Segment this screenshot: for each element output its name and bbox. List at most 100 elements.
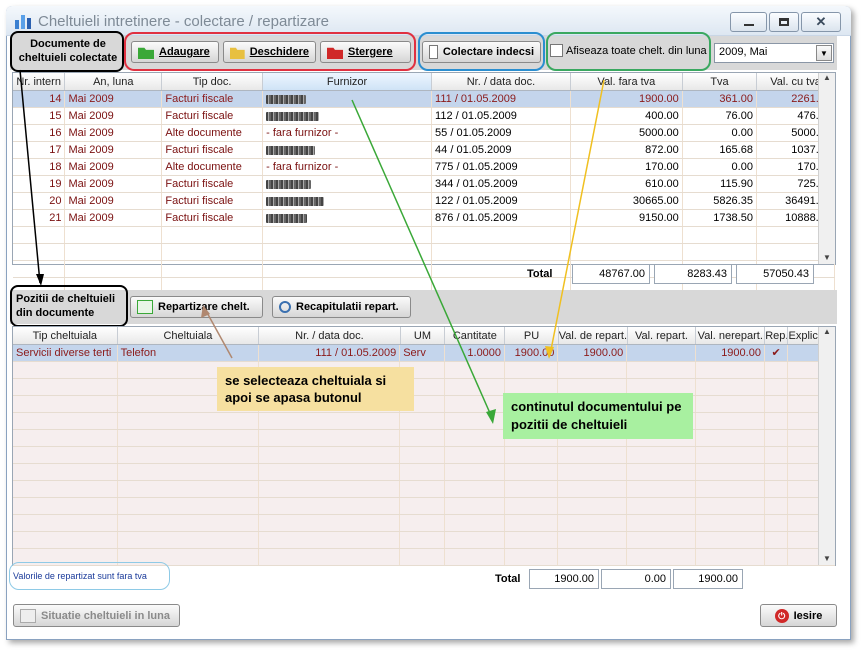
documents-cell-luna: Mai 2009 bbox=[65, 142, 163, 158]
positions-empty-row bbox=[13, 447, 835, 464]
documents-cell-furnizor bbox=[263, 176, 433, 192]
month-select[interactable]: 2009, Mai ▼ bbox=[714, 43, 834, 63]
pos-col-header[interactable]: Tip cheltuiala bbox=[13, 327, 118, 344]
pos-col-header[interactable]: Val. nerepart. bbox=[696, 327, 766, 344]
positions-empty-cell bbox=[765, 481, 789, 497]
documents-total-label: Total bbox=[527, 268, 553, 280]
minimize-icon bbox=[743, 24, 754, 26]
documents-cell-doc: 344 / 01.05.2009 bbox=[432, 176, 571, 192]
documents-row[interactable]: 20 Mai 2009 Facturi fiscale 122 / 01.05.200… bbox=[13, 193, 835, 210]
documents-cell-doc: 55 / 01.05.2009 bbox=[432, 125, 571, 141]
pos-col-header[interactable]: Val. repart. bbox=[628, 327, 697, 344]
positions-empty-cell bbox=[259, 515, 401, 531]
delete-button[interactable]: Stergere bbox=[320, 41, 411, 63]
positions-empty-cell bbox=[445, 464, 506, 480]
documents-cell-val: 400.00 bbox=[571, 108, 683, 124]
positions-empty-row bbox=[13, 362, 835, 379]
doc-col-header[interactable]: Tva bbox=[683, 73, 758, 90]
positions-empty-cell bbox=[558, 362, 628, 378]
documents-cell-tva: 76.00 bbox=[683, 108, 757, 124]
exit-button[interactable]: ⏻ Iesire bbox=[760, 604, 837, 627]
doc-col-header[interactable]: Furnizor bbox=[262, 73, 433, 90]
positions-cell-val_rep bbox=[627, 345, 697, 361]
positions-empty-cell bbox=[627, 515, 697, 531]
pos-col-header[interactable]: PU bbox=[505, 327, 559, 344]
documents-cell-val: 610.00 bbox=[571, 176, 683, 192]
positions-empty-cell bbox=[118, 464, 259, 480]
documents-empty-cell bbox=[13, 227, 66, 243]
positions-empty-cell bbox=[765, 413, 789, 429]
positions-empty-row bbox=[13, 379, 835, 396]
positions-empty-cell bbox=[696, 515, 765, 531]
positions-empty-cell bbox=[445, 362, 506, 378]
documents-cell-luna: Mai 2009 bbox=[65, 125, 163, 141]
documents-row[interactable]: 15 Mai 2009 Facturi fiscale 112 / 01.05.200… bbox=[13, 108, 835, 125]
report-button[interactable]: Situatie cheltuieli in luna bbox=[13, 604, 180, 627]
positions-cell-tip: Servicii diverse terti bbox=[13, 345, 118, 361]
add-folder-icon bbox=[138, 47, 154, 59]
positions-row[interactable]: Servicii diverse terti Telefon 111 / 01.05… bbox=[13, 345, 835, 362]
open-button[interactable]: Deschidere bbox=[223, 41, 316, 63]
positions-empty-cell bbox=[118, 413, 259, 429]
documents-empty-cell bbox=[162, 261, 264, 277]
close-button[interactable]: ✕ bbox=[801, 12, 841, 32]
positions-empty-cell bbox=[505, 464, 559, 480]
maximize-button[interactable] bbox=[769, 12, 799, 32]
documents-cell-val: 872.00 bbox=[571, 142, 683, 158]
positions-empty-cell bbox=[118, 532, 259, 548]
positions-grid: Tip cheltuiala Cheltuiala Nr. / data doc. U… bbox=[12, 326, 836, 566]
pos-col-header[interactable]: Cheltuiala bbox=[118, 327, 260, 344]
pos-col-header[interactable]: Cantitate bbox=[445, 327, 506, 344]
doc-col-header[interactable]: Tip doc. bbox=[162, 73, 263, 90]
documents-cell-furnizor bbox=[263, 91, 433, 107]
positions-empty-cell bbox=[696, 362, 765, 378]
documents-empty-cell bbox=[571, 227, 683, 243]
positions-cell-rep[interactable]: ✔ bbox=[765, 345, 789, 361]
add-button[interactable]: Adaugare bbox=[131, 41, 219, 63]
scroll-down-icon: ▼ bbox=[823, 554, 831, 563]
pos-col-header[interactable]: Rep. bbox=[765, 327, 789, 344]
positions-empty-cell bbox=[13, 413, 118, 429]
pos-col-header[interactable]: Val. de repart. bbox=[559, 327, 628, 344]
positions-empty-cell bbox=[400, 481, 445, 497]
positions-empty-cell bbox=[259, 549, 401, 565]
documents-cell-luna: Mai 2009 bbox=[65, 193, 163, 209]
show-all-checkbox[interactable] bbox=[550, 44, 563, 57]
positions-empty-cell bbox=[696, 379, 765, 395]
positions-empty-row bbox=[13, 413, 835, 430]
documents-row[interactable]: 17 Mai 2009 Facturi fiscale 44 / 01.05.2009… bbox=[13, 142, 835, 159]
positions-empty-cell bbox=[765, 532, 789, 548]
documents-total-tva: 8283.43 bbox=[654, 264, 732, 284]
pos-col-header[interactable]: UM bbox=[401, 327, 446, 344]
positions-empty-cell bbox=[696, 430, 765, 446]
repartizare-button[interactable]: Repartizare chelt. bbox=[130, 296, 263, 318]
positions-scrollbar[interactable]: ▲ ▼ bbox=[818, 327, 835, 565]
documents-row[interactable]: 21 Mai 2009 Facturi fiscale 876 / 01.05.200… bbox=[13, 210, 835, 227]
documents-cell-tip: Alte documente bbox=[162, 159, 264, 175]
document-icon bbox=[429, 45, 438, 59]
documents-row[interactable]: 18 Mai 2009 Alte documente - fara furnizor… bbox=[13, 159, 835, 176]
collect-indexes-button[interactable]: Colectare indecsi bbox=[422, 41, 541, 63]
minimize-button[interactable] bbox=[730, 12, 767, 32]
pos-col-header[interactable]: Nr. / data doc. bbox=[259, 327, 401, 344]
chevron-down-icon: ▼ bbox=[816, 45, 832, 61]
documents-cell-nr: 16 bbox=[13, 125, 66, 141]
documents-row[interactable]: 14 Mai 2009 Facturi fiscale 111 / 01.05.200… bbox=[13, 91, 835, 108]
documents-empty-cell bbox=[263, 227, 433, 243]
documents-scrollbar[interactable]: ▲ ▼ bbox=[818, 73, 835, 264]
documents-cell-furnizor bbox=[263, 210, 433, 226]
doc-col-header[interactable]: Val. fara tva bbox=[571, 73, 683, 90]
doc-col-header[interactable]: Nr. intern bbox=[13, 73, 66, 90]
doc-col-header[interactable]: An, luna bbox=[65, 73, 163, 90]
documents-row[interactable]: 19 Mai 2009 Facturi fiscale 344 / 01.05.200… bbox=[13, 176, 835, 193]
open-folder-icon bbox=[230, 47, 245, 59]
doc-col-header[interactable]: Nr. / data doc. bbox=[432, 73, 571, 90]
positions-empty-cell bbox=[259, 413, 401, 429]
positions-empty-cell bbox=[558, 498, 628, 514]
recapitulatii-button[interactable]: Recapitulatii repart. bbox=[272, 296, 411, 318]
documents-cell-tva: 115.90 bbox=[683, 176, 757, 192]
documents-row[interactable]: 16 Mai 2009 Alte documente - fara furnizor… bbox=[13, 125, 835, 142]
scroll-up-icon: ▲ bbox=[823, 73, 831, 82]
positions-empty-cell bbox=[259, 430, 401, 446]
show-all-label: Afiseaza toate chelt. din luna bbox=[566, 45, 707, 57]
